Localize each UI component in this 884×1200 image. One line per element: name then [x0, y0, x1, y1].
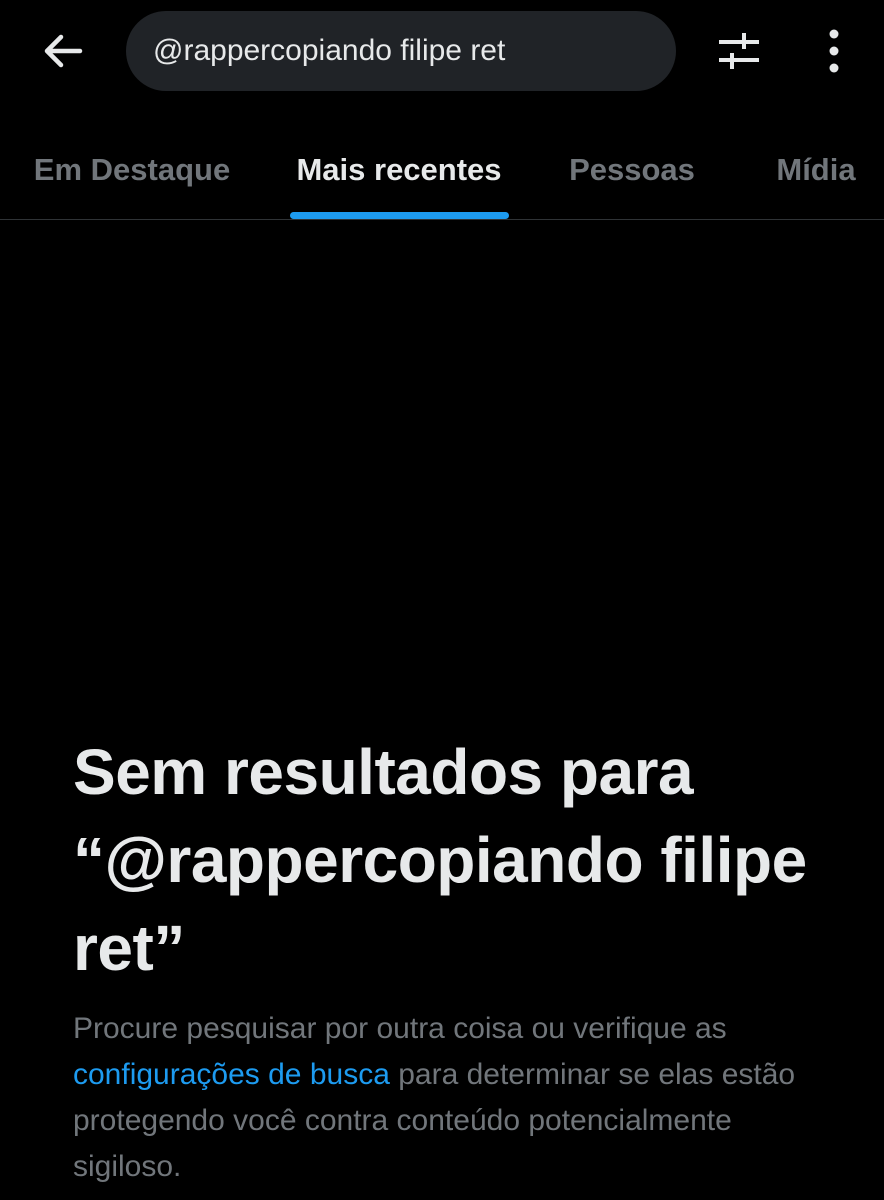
search-input[interactable] [153, 34, 653, 68]
more-vertical-icon [829, 29, 839, 73]
back-button[interactable] [34, 22, 92, 80]
tab-mais-recentes[interactable]: Mais recentes [288, 120, 510, 219]
search-field[interactable] [126, 11, 676, 91]
active-tab-indicator [290, 212, 509, 219]
tab-label: Pessoas [569, 151, 695, 187]
tab-em-destaque[interactable]: Em Destaque [26, 120, 238, 219]
search-tabs: Em Destaque Mais recentes Pessoas Mídia [0, 120, 884, 220]
search-filter-button[interactable] [710, 22, 768, 80]
empty-state-title: Sem resultados para “@rappercopiando fil… [73, 736, 807, 984]
top-bar [0, 0, 884, 110]
tab-label: Mídia [776, 151, 856, 187]
tab-label: Em Destaque [33, 151, 231, 187]
description-text: Procure pesquisar por outra coisa ou ver… [73, 1012, 727, 1045]
sliders-icon [719, 33, 759, 69]
back-arrow-icon [44, 34, 83, 68]
empty-state-description: Procure pesquisar por outra coisa ou ver… [73, 1006, 813, 1190]
tab-label: Mais recentes [296, 151, 502, 187]
search-settings-link[interactable]: configurações de busca [73, 1058, 390, 1091]
tab-midia[interactable]: Mídia [768, 120, 864, 219]
empty-state: Sem resultados para “@rappercopiando fil… [73, 728, 833, 1190]
tab-pessoas[interactable]: Pessoas [562, 120, 702, 219]
more-options-button[interactable] [806, 22, 862, 80]
